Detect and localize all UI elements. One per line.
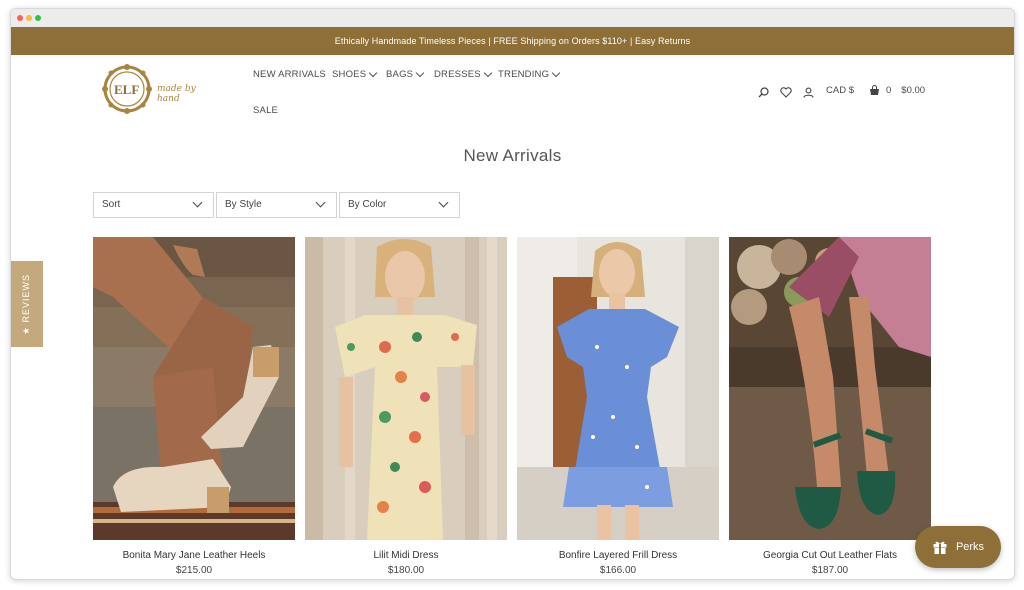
nav-label: BAGS: [386, 69, 414, 80]
reviews-label: ★ REVIEWS: [21, 273, 32, 335]
nav-dresses[interactable]: DRESSES: [434, 68, 493, 80]
logo-tagline: made by hand: [157, 84, 196, 104]
cart-total: $0.00: [901, 85, 926, 96]
nav-bags[interactable]: BAGS: [386, 68, 425, 80]
product-name[interactable]: Lilit Midi Dress: [305, 550, 507, 561]
perks-label: Perks: [955, 541, 985, 553]
nav-new-arrivals[interactable]: NEW ARRIVALS: [253, 69, 326, 80]
currency-label: CAD $: [826, 85, 854, 96]
minimize-window-icon[interactable]: [26, 15, 32, 21]
close-window-icon[interactable]: [17, 15, 23, 21]
heart-icon: [780, 86, 792, 98]
promo-bar: Ethically Handmade Timeless Pieces | FRE…: [11, 27, 1014, 55]
product-name[interactable]: Bonfire Layered Frill Dress: [517, 550, 719, 561]
chevron-down-icon: [483, 68, 493, 78]
sort-dropdown[interactable]: Sort: [93, 192, 214, 218]
chevron-down-icon: [192, 197, 203, 208]
nav-label: TRENDING: [498, 69, 550, 80]
chevron-down-icon: [438, 197, 449, 208]
user-icon: [802, 87, 814, 98]
product-card[interactable]: Bonita Mary Jane Leather Heels $215.00: [93, 237, 295, 576]
style-filter-label: By Style: [225, 199, 262, 210]
product-card[interactable]: Georgia Cut Out Leather Flats $187.00: [729, 237, 931, 576]
product-price: $187.00: [811, 565, 849, 576]
wishlist-button[interactable]: [779, 85, 793, 99]
cart-icon: [870, 85, 879, 95]
color-filter-label: By Color: [348, 199, 387, 210]
chevron-down-icon: [551, 68, 561, 78]
color-filter-dropdown[interactable]: By Color: [339, 192, 460, 218]
product-image[interactable]: [729, 237, 931, 540]
product-price: $166.00: [599, 565, 637, 576]
product-card[interactable]: Lilit Midi Dress $180.00: [305, 237, 507, 576]
reviews-tab[interactable]: ★ REVIEWS: [11, 261, 43, 347]
nav-sale[interactable]: SALE: [253, 105, 278, 116]
product-image[interactable]: [93, 237, 295, 540]
product-price: $180.00: [387, 565, 425, 576]
page-title: New Arrivals: [463, 146, 562, 165]
product-image[interactable]: [305, 237, 507, 540]
account-button[interactable]: [801, 85, 815, 99]
currency-selector[interactable]: CAD $: [826, 85, 854, 96]
product-name[interactable]: Georgia Cut Out Leather Flats: [729, 550, 931, 561]
product-name[interactable]: Bonita Mary Jane Leather Heels: [93, 550, 295, 561]
nav-trending[interactable]: TRENDING: [498, 68, 561, 80]
product-image[interactable]: [517, 237, 719, 540]
sort-label: Sort: [102, 199, 121, 210]
product-card[interactable]: Bonfire Layered Frill Dress $166.00: [517, 237, 719, 576]
search-icon: [758, 86, 769, 97]
gift-icon: [933, 541, 947, 554]
nav-label: NEW ARRIVALS: [253, 69, 326, 80]
nav-shoes[interactable]: SHOES: [332, 68, 378, 80]
cart-count: 0: [886, 85, 892, 96]
nav-label: SHOES: [332, 69, 367, 80]
logo-letters: ELF: [114, 82, 140, 97]
search-button[interactable]: [756, 85, 770, 99]
chevron-down-icon: [415, 68, 425, 78]
browser-window: Ethically Handmade Timeless Pieces | FRE…: [10, 8, 1015, 580]
cart-button[interactable]: 0 $0.00: [869, 85, 925, 96]
product-price: $215.00: [175, 565, 213, 576]
nav-label: DRESSES: [434, 69, 481, 80]
window-titlebar: [11, 9, 1014, 28]
style-filter-dropdown[interactable]: By Style: [216, 192, 337, 218]
nav-label: SALE: [253, 105, 279, 116]
chevron-down-icon: [315, 197, 326, 208]
brand-logo[interactable]: ELF made by hand: [101, 63, 216, 117]
chevron-down-icon: [369, 68, 378, 78]
zoom-window-icon[interactable]: [35, 15, 41, 21]
perks-button[interactable]: Perks: [915, 526, 1001, 568]
